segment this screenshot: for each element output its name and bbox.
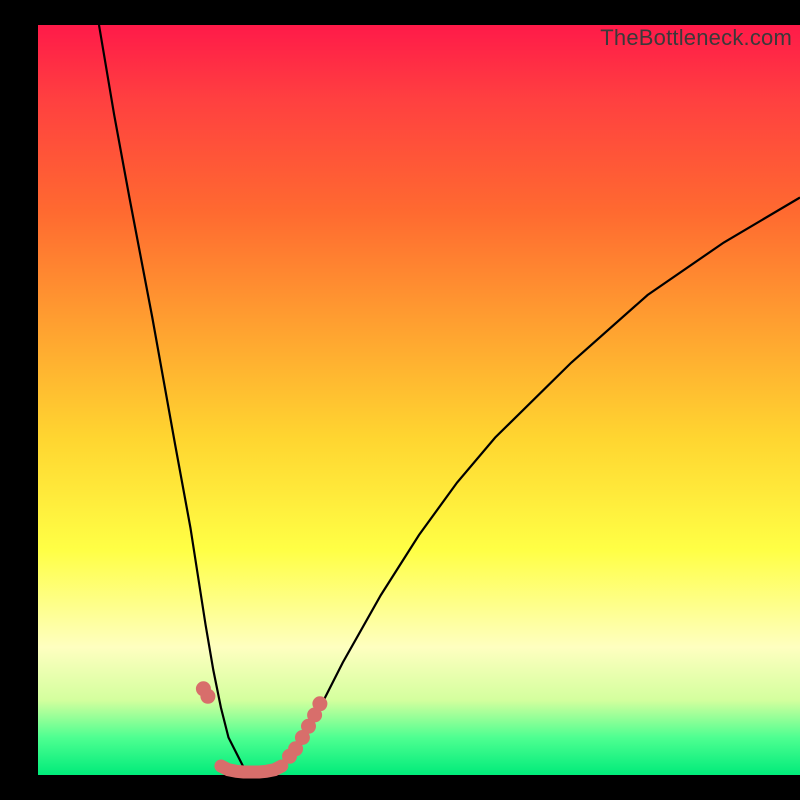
bottleneck-curve xyxy=(99,25,800,775)
marker-cluster-left xyxy=(196,681,216,704)
bottom-band xyxy=(221,766,282,772)
curve-marker xyxy=(312,696,327,711)
curve-svg xyxy=(38,25,800,775)
curve-marker xyxy=(200,689,215,704)
watermark-text: TheBottleneck.com xyxy=(600,25,792,51)
chart-frame: TheBottleneck.com xyxy=(0,0,800,800)
plot-area: TheBottleneck.com xyxy=(38,25,800,775)
marker-cluster-right xyxy=(282,696,327,764)
